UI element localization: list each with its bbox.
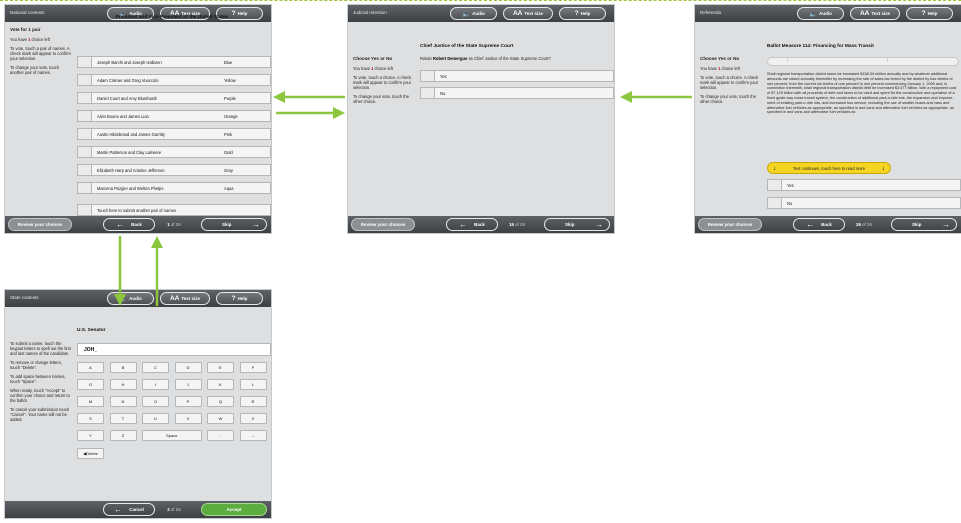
arrow-head-left xyxy=(620,91,632,103)
arrow-head-down xyxy=(114,294,126,306)
flow-arrows xyxy=(114,91,692,306)
arrow-head-right xyxy=(333,107,345,119)
arrow-head-left xyxy=(273,91,285,103)
arrow-head-up xyxy=(151,236,163,248)
